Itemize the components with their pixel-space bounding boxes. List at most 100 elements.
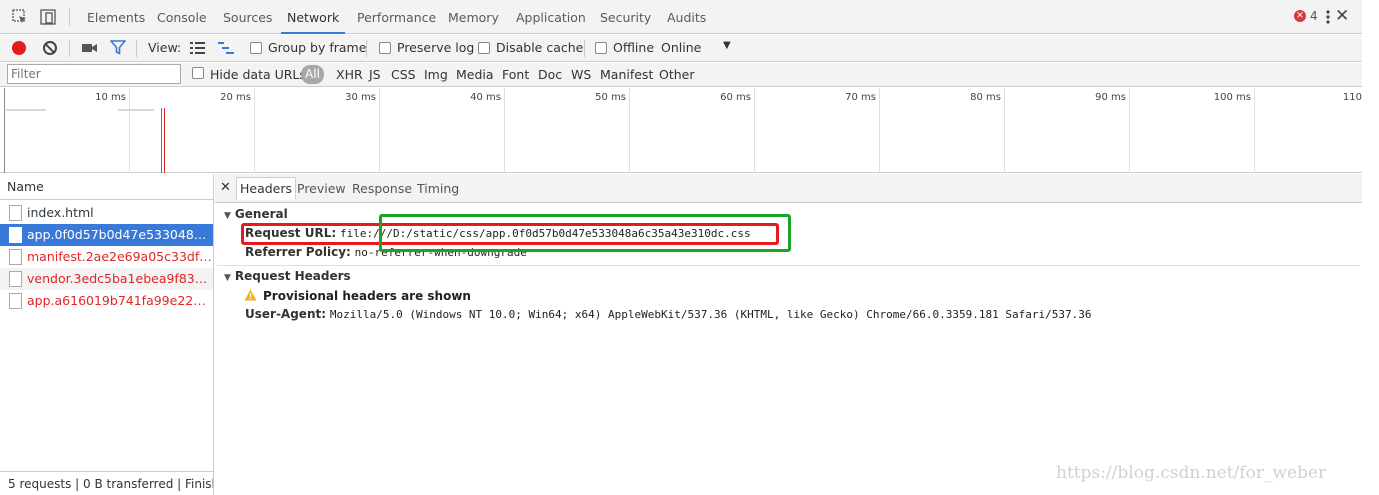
triangle-down-icon: ▼ bbox=[224, 273, 231, 283]
request-row[interactable]: index.html bbox=[0, 202, 213, 224]
request-row[interactable]: vendor.3edc5ba1ebea9f832463.js bbox=[0, 268, 213, 290]
clear-icon[interactable] bbox=[43, 41, 57, 55]
tab-timing[interactable]: Timing bbox=[417, 181, 459, 196]
request-list: Name index.html app.0f0d57b0d47e533048a6… bbox=[0, 174, 214, 495]
request-row[interactable]: app.a616019b741fa99e2233.js bbox=[0, 290, 213, 312]
devtools-tab-bar: Elements Console Sources Network Perform… bbox=[0, 0, 1362, 34]
name-column-header[interactable]: Name bbox=[0, 174, 213, 200]
file-icon bbox=[9, 293, 22, 309]
general-section-header[interactable]: ▼ General bbox=[224, 207, 288, 221]
grid-line bbox=[1254, 88, 1255, 173]
preserve-log-label[interactable]: Preserve log bbox=[397, 40, 474, 55]
detail-tab-bar: ✕ Headers Preview Response Timing bbox=[215, 174, 1362, 203]
toolbar-divider bbox=[366, 40, 367, 57]
tick-label: 40 ms bbox=[470, 92, 501, 103]
section-divider bbox=[217, 265, 1360, 266]
user-agent-value: Mozilla/5.0 (Windows NT 10.0; Win64; x64… bbox=[329, 308, 1092, 321]
filter-manifest[interactable]: Manifest bbox=[600, 67, 653, 82]
hide-data-urls-checkbox[interactable] bbox=[192, 67, 204, 79]
record-icon[interactable] bbox=[12, 41, 26, 55]
grid-line bbox=[379, 88, 380, 173]
error-count[interactable]: 4 bbox=[1310, 9, 1318, 23]
filter-doc[interactable]: Doc bbox=[538, 67, 562, 82]
file-icon bbox=[9, 205, 22, 221]
large-request-rows-icon[interactable] bbox=[190, 41, 205, 55]
offline-checkbox[interactable] bbox=[595, 42, 607, 54]
filter-img[interactable]: Img bbox=[424, 67, 448, 82]
triangle-down-icon: ▼ bbox=[224, 211, 231, 221]
offline-label[interactable]: Offline bbox=[613, 40, 654, 55]
request-bar bbox=[118, 109, 154, 111]
filter-media[interactable]: Media bbox=[456, 67, 494, 82]
tab-console[interactable]: Console bbox=[157, 0, 207, 34]
tab-memory[interactable]: Memory bbox=[448, 0, 499, 34]
tab-performance[interactable]: Performance bbox=[357, 0, 436, 34]
tick-label: 110 bbox=[1342, 92, 1362, 103]
file-icon bbox=[9, 249, 22, 265]
filter-ws[interactable]: WS bbox=[571, 67, 591, 82]
chevron-down-icon[interactable]: ▼ bbox=[723, 40, 731, 51]
network-overview[interactable]: 10 ms 20 ms 30 ms 40 ms 50 ms 60 ms 70 m… bbox=[0, 88, 1362, 173]
request-name: index.html bbox=[27, 205, 94, 220]
request-row-selected[interactable]: app.0f0d57b0d47e533048a6c35a43e310dc.css bbox=[0, 224, 213, 246]
preserve-log-checkbox[interactable] bbox=[379, 42, 391, 54]
hide-data-urls-label[interactable]: Hide data URLs bbox=[210, 67, 306, 82]
provisional-warning: Provisional headers are shown bbox=[244, 289, 471, 303]
error-icon[interactable]: ✕ bbox=[1294, 10, 1306, 22]
watermark: https://blog.csdn.net/for_weber bbox=[1056, 463, 1327, 483]
referrer-policy-label: Referrer Policy: bbox=[245, 245, 351, 259]
grid-line bbox=[754, 88, 755, 173]
grid-line bbox=[879, 88, 880, 173]
filter-icon[interactable] bbox=[110, 40, 126, 55]
tab-preview[interactable]: Preview bbox=[297, 181, 346, 196]
request-headers-section-header[interactable]: ▼ Request Headers bbox=[224, 269, 351, 283]
tab-response[interactable]: Response bbox=[352, 181, 412, 196]
tick-label: 50 ms bbox=[595, 92, 626, 103]
tick-label: 30 ms bbox=[345, 92, 376, 103]
tick-label: 20 ms bbox=[220, 92, 251, 103]
filter-all-button[interactable]: All bbox=[301, 65, 324, 84]
grid-line bbox=[504, 88, 505, 173]
overview-start-line bbox=[4, 88, 5, 173]
dom-content-loaded-line bbox=[161, 108, 162, 173]
status-bar: 5 requests | 0 B transferred | Finish: 1… bbox=[0, 471, 213, 495]
tab-security[interactable]: Security bbox=[600, 0, 651, 34]
disable-cache-label[interactable]: Disable cache bbox=[496, 40, 583, 55]
tab-sources[interactable]: Sources bbox=[223, 0, 272, 34]
tab-headers[interactable]: Headers bbox=[236, 177, 297, 200]
tab-application[interactable]: Application bbox=[516, 0, 586, 34]
capture-screenshots-icon[interactable] bbox=[82, 42, 98, 54]
tab-elements[interactable]: Elements bbox=[87, 0, 145, 34]
warning-icon bbox=[244, 289, 257, 301]
request-name: vendor.3edc5ba1ebea9f832463.js bbox=[27, 271, 213, 286]
show-overview-icon[interactable] bbox=[218, 41, 234, 55]
grid-line bbox=[129, 88, 130, 173]
filter-xhr[interactable]: XHR bbox=[336, 67, 363, 82]
disable-cache-checkbox[interactable] bbox=[478, 42, 490, 54]
throttling-select[interactable]: Online bbox=[661, 40, 701, 55]
grid-line bbox=[1004, 88, 1005, 173]
request-name: app.0f0d57b0d47e533048a6c35a43e310dc.css bbox=[27, 227, 213, 242]
toolbar-divider bbox=[136, 40, 137, 57]
filter-other[interactable]: Other bbox=[659, 67, 695, 82]
filter-js[interactable]: JS bbox=[369, 67, 381, 82]
inspect-element-icon[interactable] bbox=[12, 9, 28, 25]
user-agent-row: User-Agent: Mozilla/5.0 (Windows NT 10.0… bbox=[245, 307, 1091, 321]
group-by-frame-checkbox[interactable] bbox=[250, 42, 262, 54]
group-by-frame-label[interactable]: Group by frame bbox=[268, 40, 366, 55]
request-bar bbox=[6, 109, 46, 111]
close-detail-icon[interactable]: ✕ bbox=[220, 180, 231, 195]
toolbar-divider bbox=[69, 8, 70, 26]
request-row[interactable]: manifest.2ae2e69a05c33dfc65f8.js bbox=[0, 246, 213, 268]
device-toolbar-icon[interactable] bbox=[40, 9, 56, 25]
filter-input[interactable] bbox=[7, 64, 181, 84]
more-options-icon[interactable] bbox=[1323, 7, 1333, 27]
tick-label: 100 ms bbox=[1213, 92, 1251, 103]
filter-css[interactable]: CSS bbox=[391, 67, 416, 82]
request-name: app.a616019b741fa99e2233.js bbox=[27, 293, 213, 308]
tab-network[interactable]: Network bbox=[281, 0, 346, 34]
user-agent-label: User-Agent: bbox=[245, 307, 327, 321]
close-devtools-icon[interactable]: ✕ bbox=[1335, 6, 1349, 26]
filter-font[interactable]: Font bbox=[502, 67, 529, 82]
tab-audits[interactable]: Audits bbox=[667, 0, 706, 34]
